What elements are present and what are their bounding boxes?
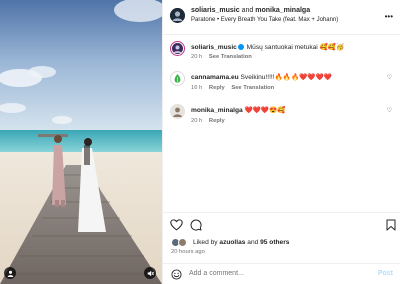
liker-avatar — [178, 238, 187, 247]
coauthor-username[interactable]: monika_minalga — [255, 7, 310, 14]
comment-body: Sveikinu!!!!!🔥🔥🔥❤️❤️❤️❤️ — [240, 74, 333, 81]
comment-input[interactable]: Add a comment... — [189, 270, 244, 277]
commenter-avatar[interactable] — [170, 71, 185, 86]
beach-wedding-photo — [0, 0, 162, 284]
comment-time[interactable]: 16 h — [191, 85, 202, 91]
post-header: soliaris_music and monika_minalga Parato… — [163, 0, 400, 35]
reply-button[interactable]: Reply — [209, 118, 225, 124]
mute-icon[interactable] — [144, 267, 156, 279]
comment-bubble-icon[interactable] — [190, 219, 202, 233]
likes-count[interactable]: 95 others — [260, 239, 289, 246]
comment-body: ❤️❤️❤️😍🥰 — [244, 107, 286, 114]
tagged-user-icon[interactable] — [4, 267, 16, 279]
save-bookmark-icon[interactable] — [386, 219, 396, 233]
liker-username[interactable]: azuollas — [219, 239, 245, 246]
caption-text: soliaris_music Mūsų santuokai metukai 🥰🥰… — [191, 43, 344, 51]
author-username[interactable]: soliaris_music — [191, 7, 240, 14]
comment-time[interactable]: 20 h — [191, 54, 202, 60]
and-text: and — [241, 7, 254, 14]
verified-badge-icon — [237, 43, 244, 50]
audio-track[interactable]: Paratone • Every Breath You Take (feat. … — [191, 17, 338, 23]
likes-prefix: Liked by — [193, 239, 218, 246]
more-options-icon[interactable]: ••• — [385, 12, 393, 21]
likes-and: and — [247, 239, 259, 246]
see-translation-link[interactable]: See Translation — [209, 54, 252, 60]
emoji-picker-icon[interactable] — [171, 269, 182, 282]
like-comment-heart-icon[interactable]: ♡ — [387, 107, 392, 114]
comment-time[interactable]: 20 h — [191, 118, 202, 124]
comment-username[interactable]: cannamama.eu — [191, 74, 239, 81]
caption-avatar[interactable] — [170, 41, 185, 56]
reply-button[interactable]: Reply — [209, 85, 225, 91]
comment-composer: Add a comment... Post — [163, 263, 400, 284]
comment-username[interactable]: soliaris_music — [191, 44, 237, 51]
comment-meta: 20 h Reply — [191, 118, 230, 124]
likes-summary[interactable]: Liked by azuollas and 95 others — [171, 238, 400, 248]
caption-meta: 20 h See Translation — [191, 54, 257, 60]
commenter-avatar[interactable] — [170, 104, 185, 119]
see-translation-link[interactable]: See Translation — [231, 85, 274, 91]
comment-text: monika_minalga ❤️❤️❤️😍🥰 — [191, 106, 286, 114]
comment-meta: 16 h Reply See Translation — [191, 85, 279, 91]
instagram-post: soliaris_music and monika_minalga Parato… — [0, 0, 400, 284]
post-side-panel: soliaris_music and monika_minalga Parato… — [162, 0, 400, 284]
post-comment-button[interactable]: Post — [378, 270, 393, 277]
like-heart-icon[interactable] — [170, 219, 183, 233]
author-names: soliaris_music and monika_minalga — [191, 7, 310, 14]
comment-body: Mūsų santuokai metukai 🥰🥰🥳 — [246, 44, 345, 51]
author-avatar[interactable] — [170, 8, 185, 23]
comment-text: cannamama.eu Sveikinu!!!!!🔥🔥🔥❤️❤️❤️❤️ — [191, 73, 332, 81]
post-timestamp[interactable]: 20 hours ago — [171, 249, 205, 255]
likes-text: Liked by azuollas and 95 others — [193, 239, 289, 246]
like-comment-heart-icon[interactable]: ♡ — [387, 74, 392, 81]
action-bar — [163, 212, 400, 236]
comment-username[interactable]: monika_minalga — [191, 107, 243, 114]
post-media[interactable] — [0, 0, 162, 284]
